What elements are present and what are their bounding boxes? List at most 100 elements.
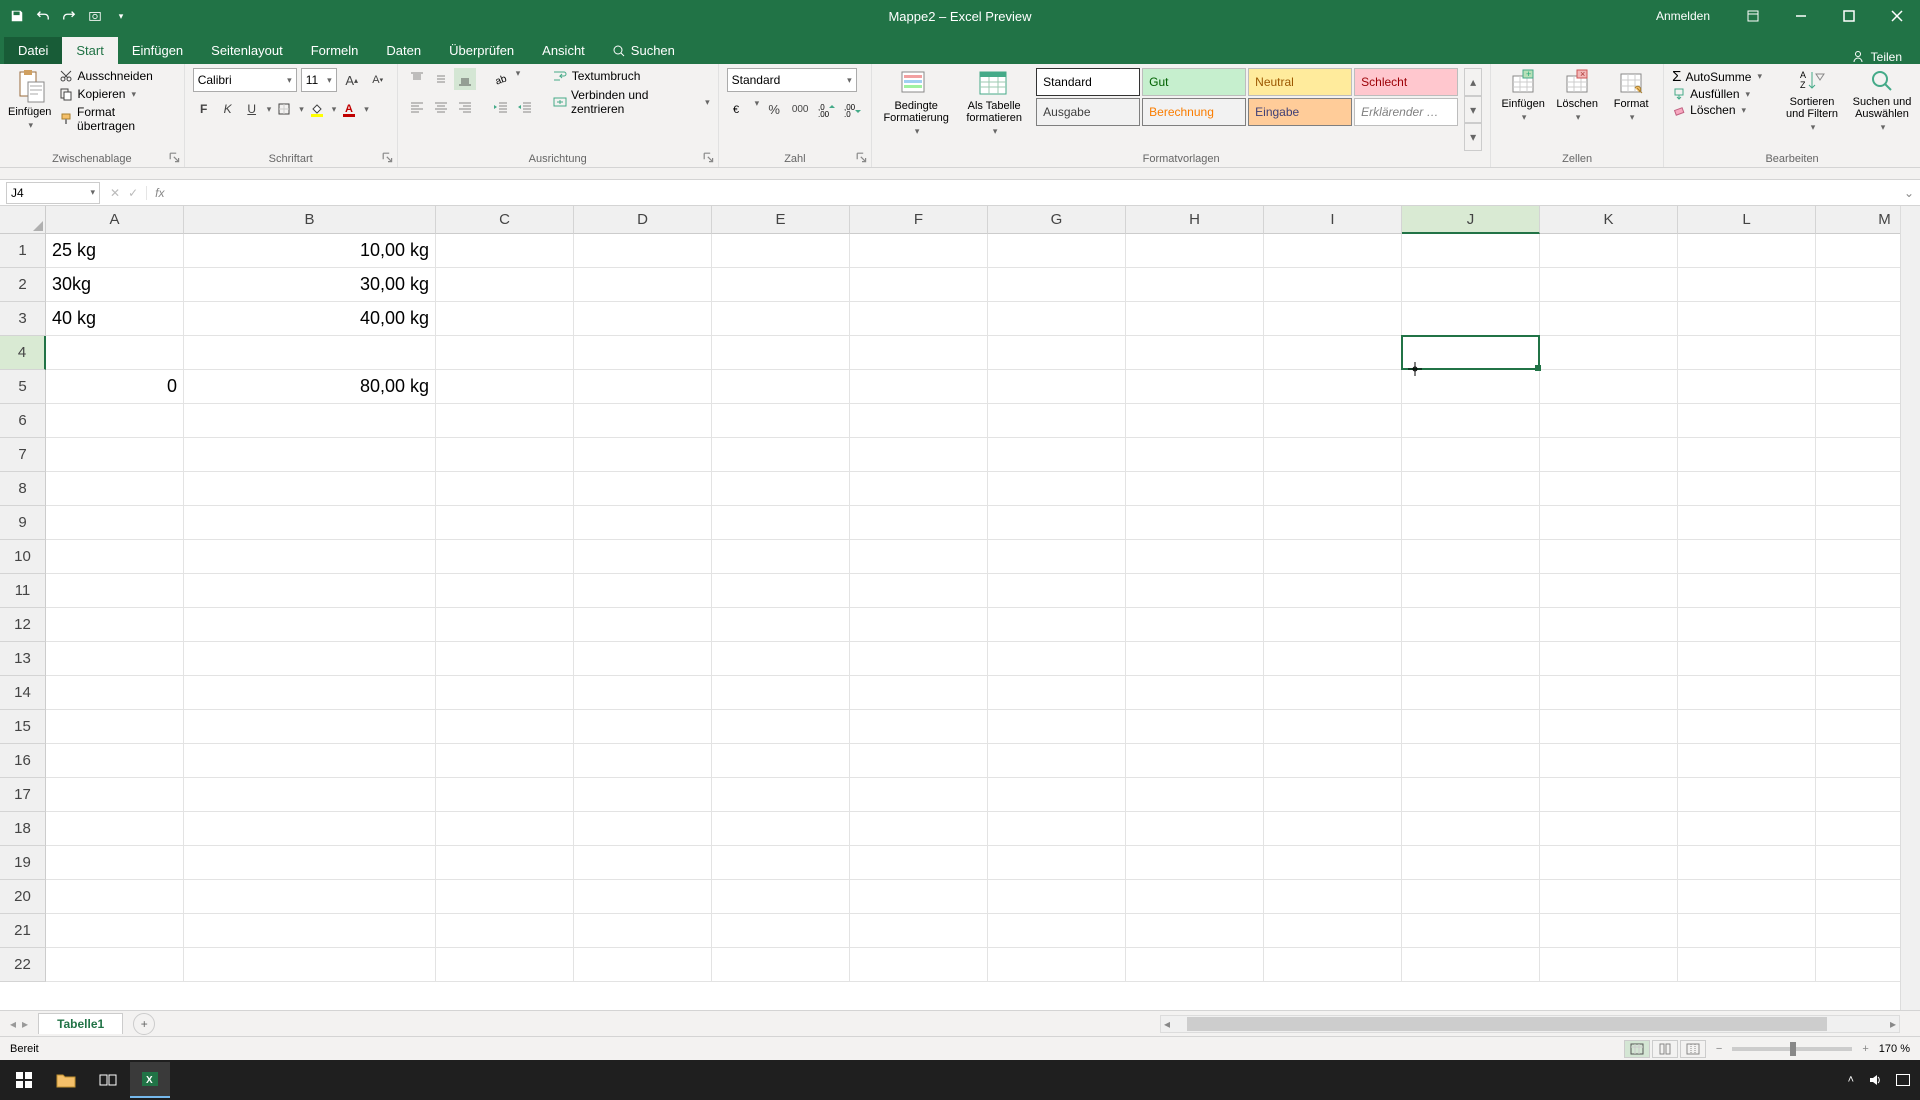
style-gallery-item[interactable]: Neutral [1248,68,1352,96]
cell[interactable] [184,914,436,948]
cell[interactable] [988,676,1126,710]
borders-dropdown-icon[interactable]: ▾ [299,104,304,115]
col-header[interactable]: H [1126,206,1264,234]
cell[interactable] [988,506,1126,540]
cell[interactable] [184,948,436,982]
cell[interactable] [1264,268,1402,302]
cell[interactable]: 40,00 kg [184,302,436,336]
cell[interactable] [184,608,436,642]
col-header[interactable]: A [46,206,184,234]
cell[interactable] [1540,744,1678,778]
cell[interactable] [1540,676,1678,710]
cell[interactable] [712,880,850,914]
cell[interactable] [1402,710,1540,744]
decrease-decimals-icon[interactable]: ,00,0 [841,98,863,120]
cell[interactable] [184,336,436,370]
cell[interactable] [1678,404,1816,438]
col-header[interactable]: C [436,206,574,234]
zoom-in-icon[interactable]: + [1862,1043,1868,1055]
cell[interactable] [184,880,436,914]
cell[interactable] [1402,608,1540,642]
row-header[interactable]: 22 [0,948,46,982]
cell[interactable] [184,778,436,812]
cell[interactable] [1402,234,1540,268]
cell[interactable] [574,846,712,880]
cell[interactable] [436,302,574,336]
dialog-launcher-icon[interactable] [856,152,868,164]
cell[interactable] [850,744,988,778]
cell[interactable] [1540,438,1678,472]
increase-indent-icon[interactable] [514,96,536,118]
ribbon-collapse-bar[interactable] [0,168,1920,180]
cell[interactable] [1126,880,1264,914]
cell[interactable]: 0 [46,370,184,404]
cell[interactable] [988,778,1126,812]
cell[interactable] [184,710,436,744]
cell[interactable] [1126,812,1264,846]
cell[interactable] [46,506,184,540]
cell[interactable] [574,948,712,982]
cell[interactable] [712,574,850,608]
underline-dropdown-icon[interactable]: ▾ [267,104,272,115]
cell[interactable] [184,574,436,608]
copy-button[interactable]: Kopieren▾ [57,86,175,102]
close-button[interactable] [1874,0,1920,32]
cell[interactable] [988,710,1126,744]
cell[interactable] [850,914,988,948]
cut-button[interactable]: Ausschneiden [57,68,175,84]
zoom-out-icon[interactable]: − [1716,1043,1722,1055]
cell[interactable] [436,744,574,778]
cell[interactable] [1540,710,1678,744]
cell[interactable] [436,370,574,404]
sheet-nav-last-icon[interactable]: ▸ [22,1017,28,1031]
cell[interactable] [436,778,574,812]
row-header[interactable]: 5 [0,370,46,404]
cell[interactable] [1264,472,1402,506]
cell[interactable] [850,710,988,744]
cell[interactable] [1126,744,1264,778]
cell[interactable] [1678,846,1816,880]
cell[interactable] [1540,778,1678,812]
row-header[interactable]: 8 [0,472,46,506]
format-painter-button[interactable]: Format übertragen [57,104,175,134]
cell[interactable] [436,608,574,642]
cell[interactable] [712,608,850,642]
cell[interactable] [1678,608,1816,642]
cell[interactable] [1264,914,1402,948]
cell[interactable] [1402,370,1540,404]
cell[interactable] [574,506,712,540]
row-header[interactable]: 4 [0,336,46,370]
cell[interactable] [184,506,436,540]
accounting-icon[interactable]: € [727,98,749,120]
cell[interactable] [1264,642,1402,676]
cell[interactable] [1126,948,1264,982]
cell[interactable] [436,234,574,268]
cell[interactable] [988,880,1126,914]
cell[interactable] [850,574,988,608]
ribbon-options-icon[interactable] [1730,0,1776,32]
cell[interactable] [1126,778,1264,812]
percent-icon[interactable]: % [763,98,785,120]
cell[interactable] [574,710,712,744]
cell[interactable] [1678,234,1816,268]
tab-file[interactable]: Datei [4,37,62,64]
cell[interactable] [46,336,184,370]
cell[interactable] [1126,234,1264,268]
col-header[interactable]: D [574,206,712,234]
cell[interactable] [574,812,712,846]
cell[interactable] [1126,642,1264,676]
cell[interactable] [1678,914,1816,948]
fill-color-dropdown-icon[interactable]: ▾ [332,104,337,115]
cell[interactable] [1402,880,1540,914]
tab-insert[interactable]: Einfügen [118,37,197,64]
cell[interactable] [1540,268,1678,302]
cell[interactable] [1678,370,1816,404]
cell[interactable] [1678,472,1816,506]
cell[interactable]: 25 kg [46,234,184,268]
cell[interactable] [46,778,184,812]
gallery-down-icon[interactable]: ▾ [1464,96,1482,124]
cell[interactable] [436,710,574,744]
font-name-combo[interactable]: Calibri▾ [193,68,297,92]
cell[interactable] [1402,744,1540,778]
cell[interactable] [574,336,712,370]
